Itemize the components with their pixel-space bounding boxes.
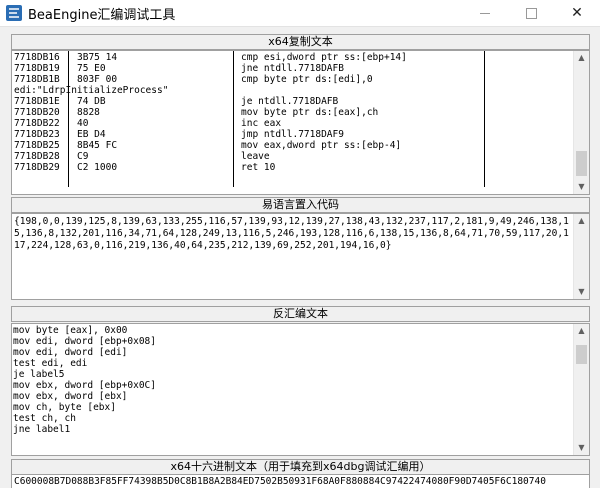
x64-row-instruction: leave xyxy=(241,151,270,162)
x64-row-instruction: cmp esi,dword ptr ss:[ebp+14] xyxy=(241,52,407,63)
x64-copy-header: x64复制文本 xyxy=(11,34,590,50)
close-button[interactable]: ✕ xyxy=(554,0,600,26)
x64-row-bytes: 803F 00 xyxy=(77,74,118,85)
x64-row: 7718DB19 75 E0 jne ntdll.7718DAFB xyxy=(13,63,571,74)
scroll-down-icon[interactable]: ▼ xyxy=(574,441,589,455)
disasm-scrollbar[interactable]: ▲ ▼ xyxy=(573,324,589,455)
x64-row: 7718DB23 EB D4 jmp ntdll.7718DAF9 xyxy=(13,129,571,140)
maximize-button[interactable] xyxy=(508,0,554,26)
e-lang-code-text: {198,0,0,139,125,8,139,63,133,255,116,57… xyxy=(14,216,569,251)
x64-copy-panel[interactable]: 7718DB16 3B75 14 cmp esi,dword ptr ss:[ebp… xyxy=(11,50,590,195)
x64-row-address: 7718DB1E xyxy=(14,96,60,107)
minimize-button[interactable] xyxy=(462,0,508,26)
x64-row-address: edi:"LdrpInitializeProcess" xyxy=(14,85,169,96)
x64-row-address: 7718DB25 xyxy=(14,140,60,151)
x64-row-bytes: EB D4 xyxy=(77,129,106,140)
maximize-icon xyxy=(525,7,537,19)
disasm-line: test ch, ch xyxy=(13,413,76,424)
x64-row-bytes: C2 1000 xyxy=(77,162,118,173)
disasm-line: mov ch, byte [ebx] xyxy=(13,402,116,413)
disasm-textarea[interactable]: mov byte [eax], 0x00 mov edi, dword [ebp+… xyxy=(11,323,590,456)
disasm-line: test edi, edi xyxy=(13,358,88,369)
x64-row: 7718DB25 8B45 FC mov eax,dword ptr ss:[ebp… xyxy=(13,140,571,151)
minimize-icon xyxy=(480,12,490,14)
scroll-down-icon[interactable]: ▼ xyxy=(574,285,589,299)
x64-row-instruction: je ntdll.7718DAFB xyxy=(241,96,339,107)
x64-row-address: 7718DB28 xyxy=(14,151,60,162)
disasm-line: mov ebx, dword [ebx] xyxy=(13,391,128,402)
hex-textarea[interactable]: C600008B7D088B3F85FF74398B5D0C8B1B8A2B84… xyxy=(11,474,590,488)
disasm-line: mov ebx, dword [ebp+0x0C] xyxy=(13,380,156,391)
x64-row-instruction: ret 10 xyxy=(241,162,276,173)
window-title: BeaEngine汇编调试工具 xyxy=(28,8,176,23)
x64-row-bytes: C9 xyxy=(77,151,89,162)
x64-row: 7718DB16 3B75 14 cmp esi,dword ptr ss:[ebp… xyxy=(13,52,571,63)
x64-row-instruction: cmp byte ptr ds:[edi],0 xyxy=(241,74,373,85)
scroll-up-icon[interactable]: ▲ xyxy=(574,324,589,338)
x64-row-instruction: jne ntdll.7718DAFB xyxy=(241,63,344,74)
x64-row-address: 7718DB16 xyxy=(14,52,60,63)
x64-row-instruction: mov eax,dword ptr ss:[ebp-4] xyxy=(241,140,402,151)
hex-header: x64十六进制文本（用于填充到x64dbg调试汇编用） xyxy=(11,459,590,475)
x64-row-bytes: 40 xyxy=(77,118,89,129)
x64-row-bytes: 75 E0 xyxy=(77,63,106,74)
x64-row-address: 7718DB23 xyxy=(14,129,60,140)
x64-row-address: 7718DB22 xyxy=(14,118,60,129)
x64-row-bytes: 74 DB xyxy=(77,96,106,107)
x64-row-address: 7718DB19 xyxy=(14,63,60,74)
x64-row-instruction: mov byte ptr ds:[eax],ch xyxy=(241,107,379,118)
disasm-header: 反汇编文本 xyxy=(11,306,590,322)
x64-row: 7718DB1E 74 DB je ntdll.7718DAFB xyxy=(13,96,571,107)
scroll-thumb[interactable] xyxy=(576,151,587,176)
scroll-thumb[interactable] xyxy=(576,345,587,364)
disasm-line: je label5 xyxy=(13,369,65,380)
app-logo-icon xyxy=(6,5,22,21)
x64-row-address: 7718DB20 xyxy=(14,107,60,118)
x64-row-address: 7718DB29 xyxy=(14,162,60,173)
disasm-line: mov byte [eax], 0x00 xyxy=(13,325,128,336)
x64-row-instruction: inc eax xyxy=(241,118,282,129)
x64-row: 7718DB1B 803F 00 cmp byte ptr ds:[edi],0 xyxy=(13,74,571,85)
disasm-lines: mov byte [eax], 0x00 mov edi, dword [ebp+… xyxy=(13,325,571,435)
x64-row: 7718DB29 C2 1000 ret 10 xyxy=(13,162,571,173)
e-lang-code-textarea[interactable]: {198,0,0,139,125,8,139,63,133,255,116,57… xyxy=(11,213,590,300)
scroll-up-icon[interactable]: ▲ xyxy=(574,214,589,228)
x64-row: 7718DB28 C9 leave xyxy=(13,151,571,162)
x64-copy-scrollbar[interactable]: ▲ ▼ xyxy=(573,51,589,194)
e-lang-header: 易语言置入代码 xyxy=(11,197,590,213)
disasm-line: jne label1 xyxy=(13,424,71,435)
title-bar: BeaEngine汇编调试工具 ✕ xyxy=(0,0,600,27)
scroll-up-icon[interactable]: ▲ xyxy=(574,51,589,65)
x64-row: edi:"LdrpInitializeProcess" xyxy=(13,85,571,96)
scroll-down-icon[interactable]: ▼ xyxy=(574,180,589,194)
x64-copy-table: 7718DB16 3B75 14 cmp esi,dword ptr ss:[ebp… xyxy=(13,52,571,173)
e-lang-scrollbar[interactable]: ▲ ▼ xyxy=(573,214,589,299)
x64-row-bytes: 3B75 14 xyxy=(77,52,118,63)
close-icon: ✕ xyxy=(571,5,583,21)
disasm-line: mov edi, dword [ebp+0x08] xyxy=(13,336,156,347)
x64-row-bytes: 8828 xyxy=(77,107,100,118)
x64-row-address: 7718DB1B xyxy=(14,74,60,85)
x64-row-bytes: 8B45 FC xyxy=(77,140,118,151)
hex-text: C600008B7D088B3F85FF74398B5D0C8B1B8A2B84… xyxy=(14,476,546,487)
x64-row: 7718DB22 40 inc eax xyxy=(13,118,571,129)
disasm-line: mov edi, dword [edi] xyxy=(13,347,128,358)
x64-row-instruction: jmp ntdll.7718DAF9 xyxy=(241,129,344,140)
x64-row: 7718DB20 8828 mov byte ptr ds:[eax],ch xyxy=(13,107,571,118)
